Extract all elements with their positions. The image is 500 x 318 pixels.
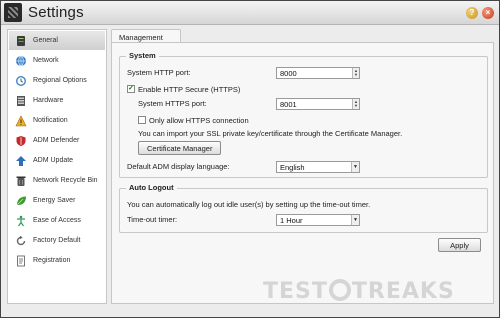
document-icon — [15, 255, 27, 267]
http-port-value: 8000 — [280, 69, 297, 78]
sidebar-item-general[interactable]: General — [9, 31, 105, 50]
sidebar-item-label: Network — [33, 57, 59, 64]
help-icon[interactable]: ? — [466, 7, 478, 19]
auto-logout-group-title: Auto Logout — [126, 183, 177, 192]
watermark-text-right: TREAKS — [351, 279, 455, 304]
settings-window: Settings ? × General Network Regional Op… — [0, 0, 500, 318]
reset-icon — [15, 235, 27, 247]
auto-logout-group: Auto Logout You can automatically log ou… — [119, 183, 488, 233]
https-port-label: System HTTPS port: — [138, 99, 207, 108]
https-port-spinner[interactable]: ▲ ▼ — [352, 99, 359, 109]
sidebar-item-label: Energy Saver — [33, 197, 76, 204]
sidebar-item-label: ADM Defender — [33, 137, 80, 144]
chevron-down-icon[interactable]: ▼ — [351, 162, 359, 172]
sidebar-item-label: Notification — [33, 117, 68, 124]
sidebar-item-network[interactable]: Network — [9, 51, 105, 70]
hardware-icon — [15, 95, 27, 107]
http-port-input[interactable]: 8000 ▲ ▼ — [276, 67, 360, 79]
sidebar-item-adm-update[interactable]: ADM Update — [9, 151, 105, 170]
display-language-select[interactable]: English ▼ — [276, 161, 360, 173]
only-https-label: Only allow HTTPS connection — [149, 116, 249, 125]
sidebar-item-notification[interactable]: Notification — [9, 111, 105, 130]
network-globe-icon — [15, 55, 27, 67]
sidebar-item-label: Regional Options — [33, 77, 87, 84]
sidebar-item-label: Hardware — [33, 97, 64, 104]
enable-https-label: Enable HTTP Secure (HTTPS) — [138, 85, 241, 94]
certificate-manager-button[interactable]: Certificate Manager — [138, 141, 222, 155]
settings-app-icon — [4, 3, 22, 22]
https-port-input[interactable]: 8001 ▲ ▼ — [276, 98, 360, 110]
system-group: System System HTTP port: 8000 ▲ ▼ ✓ Enabl… — [119, 51, 488, 178]
timeout-timer-value: 1 Hour — [280, 216, 303, 225]
sidebar-item-label: General — [33, 37, 58, 44]
sidebar-item-adm-defender[interactable]: ADM Defender — [9, 131, 105, 150]
sidebar-item-energy-saver[interactable]: Energy Saver — [9, 191, 105, 210]
access-icon — [15, 215, 27, 227]
clock-icon — [15, 75, 27, 87]
display-language-value: English — [280, 163, 305, 172]
sidebar-item-hardware[interactable]: Hardware — [9, 91, 105, 110]
sidebar-item-label: Factory Default — [33, 237, 81, 244]
enable-https-checkbox[interactable]: ✓ — [127, 85, 135, 93]
sidebar-item-regional-options[interactable]: Regional Options — [9, 71, 105, 90]
system-group-title: System — [126, 51, 159, 60]
sidebar-item-label: Registration — [33, 257, 71, 264]
apply-button[interactable]: Apply — [438, 238, 481, 252]
testfreaks-watermark: TEST TREAKS — [263, 279, 495, 305]
sidebar-item-label: ADM Update — [33, 157, 74, 164]
timeout-timer-label: Time-out timer: — [127, 215, 178, 224]
chevron-down-icon[interactable]: ▼ — [351, 215, 359, 225]
warning-icon — [15, 114, 27, 127]
only-https-checkbox[interactable] — [138, 116, 146, 124]
title-bar: Settings ? × — [1, 1, 499, 25]
arrow-up-icon — [15, 155, 27, 167]
recycle-bin-icon — [15, 175, 27, 187]
sidebar-item-label: Ease of Access — [33, 217, 81, 224]
shield-icon — [15, 135, 27, 147]
server-icon — [15, 35, 27, 47]
timeout-timer-select[interactable]: 1 Hour ▼ — [276, 214, 360, 226]
display-language-label: Default ADM display language: — [127, 162, 230, 171]
sidebar-item-network-recycle-bin[interactable]: Network Recycle Bin — [9, 171, 105, 190]
http-port-label: System HTTP port: — [127, 68, 191, 77]
leaf-icon — [15, 195, 27, 207]
sidebar-item-registration[interactable]: Registration — [9, 251, 105, 270]
sidebar-item-ease-of-access[interactable]: Ease of Access — [9, 211, 105, 230]
watermark-text-left: TEST — [263, 279, 328, 304]
tab-management[interactable]: Management — [111, 29, 181, 43]
http-port-spinner[interactable]: ▲ ▼ — [352, 68, 359, 78]
sidebar-item-label: Network Recycle Bin — [33, 177, 98, 184]
close-icon[interactable]: × — [482, 7, 494, 19]
gear-icon — [328, 279, 351, 301]
auto-logout-note: You can automatically log out idle user(… — [127, 200, 371, 209]
settings-sidebar: General Network Regional Options Hardwar… — [7, 29, 107, 304]
sidebar-item-factory-default[interactable]: Factory Default — [9, 231, 105, 250]
management-panel: System System HTTP port: 8000 ▲ ▼ ✓ Enabl… — [111, 42, 494, 304]
https-port-value: 8001 — [280, 100, 297, 109]
window-title: Settings — [28, 4, 84, 21]
certificate-import-note: You can import your SSL private key/cert… — [138, 129, 403, 138]
